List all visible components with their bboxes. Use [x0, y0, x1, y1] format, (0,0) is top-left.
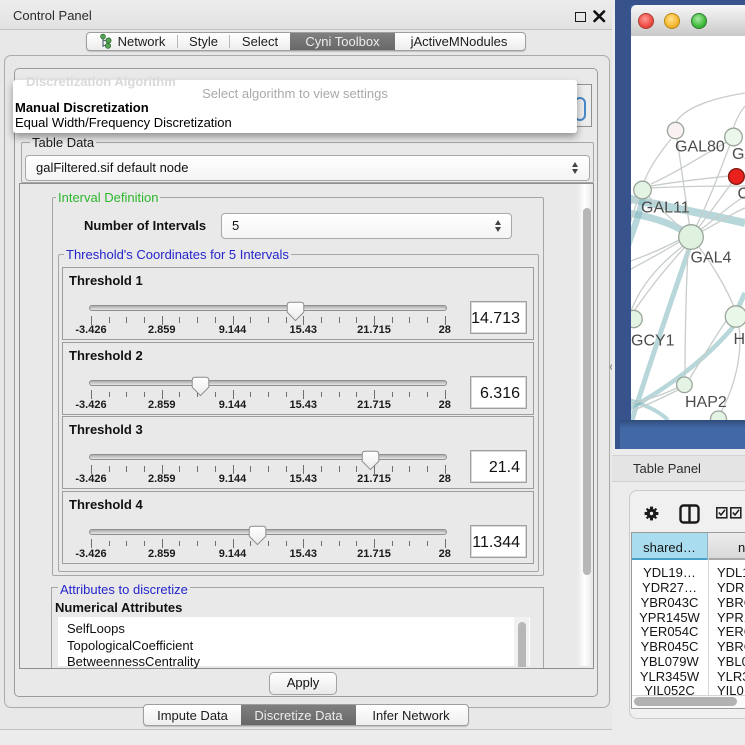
svg-text:H: H — [734, 331, 745, 348]
svg-text:GA: GA — [732, 146, 745, 163]
svg-text:GAL80: GAL80 — [675, 139, 725, 156]
svg-text:HAP2: HAP2 — [685, 394, 727, 411]
svg-text:GAL4: GAL4 — [691, 250, 732, 267]
svg-text:C: C — [738, 186, 745, 203]
svg-text:GCY1: GCY1 — [631, 333, 675, 350]
svg-text:GAL11: GAL11 — [641, 200, 690, 217]
